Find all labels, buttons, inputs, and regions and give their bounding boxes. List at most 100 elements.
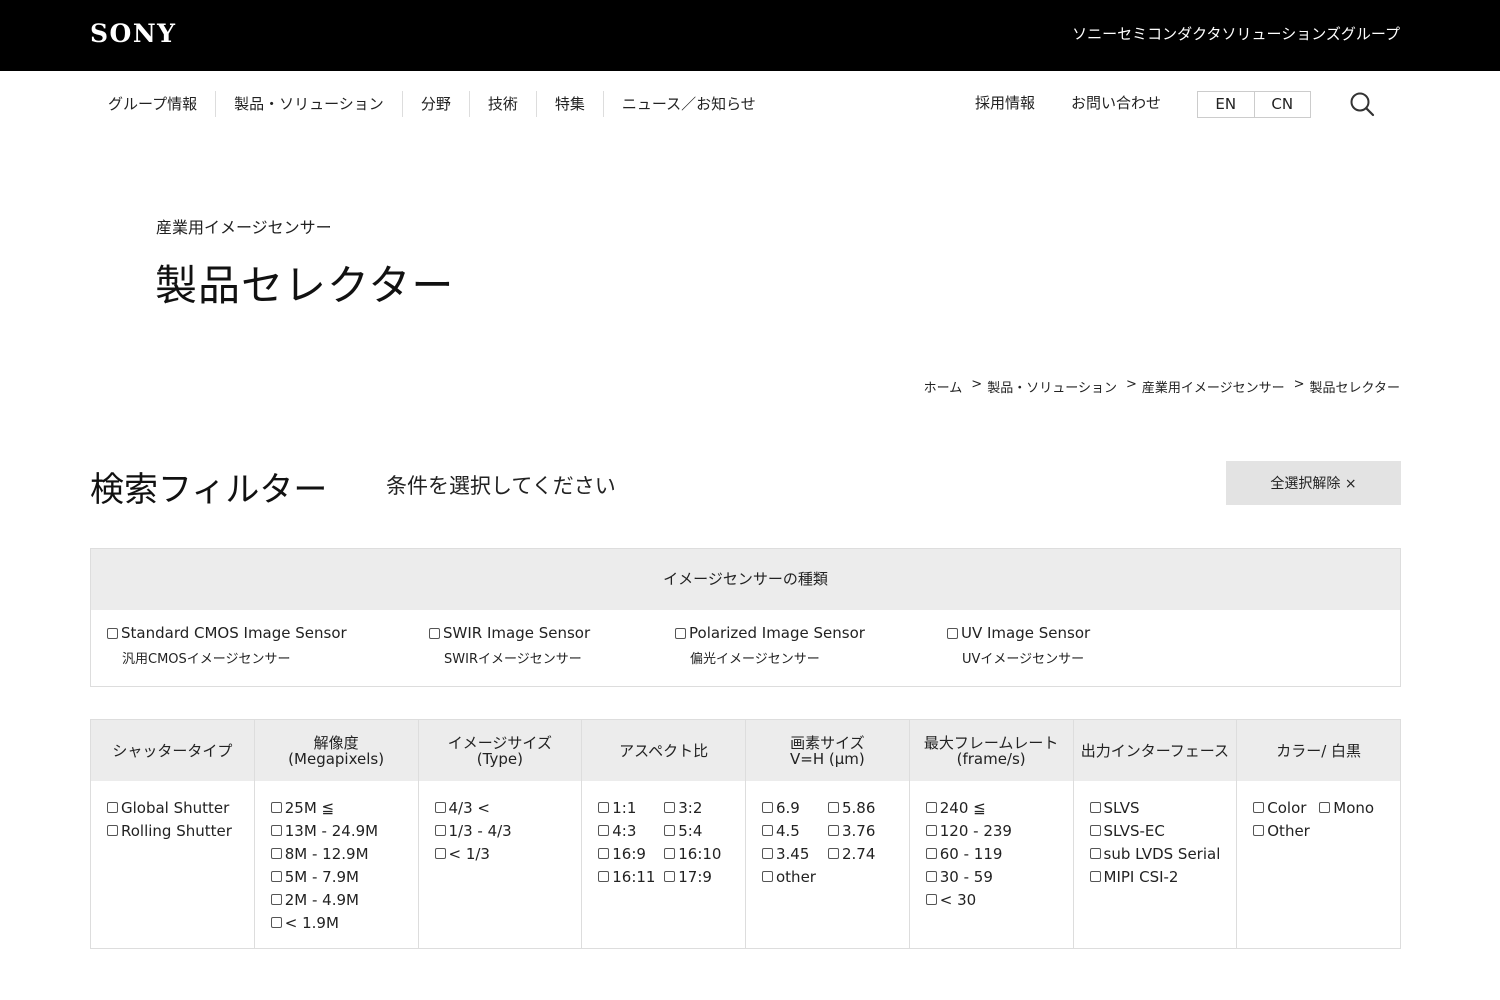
contact-link[interactable]: お問い合わせ <box>1071 92 1161 113</box>
filter-option[interactable]: 30 - 59 <box>925 865 1073 888</box>
filter-option[interactable]: 4:3 <box>598 819 664 842</box>
filter-checkbox[interactable] <box>270 802 282 813</box>
filter-checkbox[interactable] <box>1253 802 1265 813</box>
filter-checkbox[interactable] <box>107 825 118 836</box>
filter-option[interactable]: SLVS-EC <box>1089 819 1237 842</box>
filter-checkbox[interactable] <box>270 917 282 928</box>
filter-checkbox[interactable] <box>270 848 282 859</box>
filter-checkbox[interactable] <box>270 894 282 905</box>
filter-checkbox[interactable] <box>828 825 839 836</box>
filter-option[interactable]: 5:4 <box>664 819 730 842</box>
filter-option[interactable]: 13M - 24.9M <box>270 819 418 842</box>
recruit-link[interactable]: 採用情報 <box>975 92 1035 113</box>
filter-option[interactable]: 60 - 119 <box>925 842 1073 865</box>
filter-option[interactable]: 8M - 12.9M <box>270 842 418 865</box>
filter-checkbox[interactable] <box>828 802 839 813</box>
filter-option[interactable]: 4/3 < <box>434 796 582 819</box>
filter-option[interactable]: < 1/3 <box>434 842 582 865</box>
group-name-link[interactable]: ソニーセミコンダクタソリューションズグループ <box>1072 23 1400 44</box>
nav-item-fields[interactable]: 分野 <box>401 91 469 117</box>
filter-option[interactable]: 3.76 <box>828 819 894 842</box>
sensor-type-label[interactable]: Polarized Image Sensor <box>689 624 865 642</box>
filter-checkbox[interactable] <box>598 802 610 813</box>
sensor-type-checkbox[interactable] <box>675 627 686 639</box>
breadcrumb-home[interactable]: ホーム <box>924 377 963 396</box>
filter-checkbox[interactable] <box>598 825 610 836</box>
filter-option[interactable]: 16:11 <box>598 865 664 888</box>
filter-option[interactable]: Rolling Shutter <box>107 819 254 842</box>
filter-option[interactable]: 16:10 <box>664 842 730 865</box>
filter-checkbox[interactable] <box>762 802 773 813</box>
sensor-type-checkbox[interactable] <box>107 627 118 639</box>
filter-checkbox[interactable] <box>598 871 610 882</box>
filter-checkbox[interactable] <box>762 848 773 859</box>
filter-option[interactable]: 240 ≦ <box>925 796 1073 819</box>
lang-en-button[interactable]: EN <box>1198 92 1254 117</box>
filter-option[interactable]: MIPI CSI-2 <box>1089 865 1237 888</box>
filter-checkbox[interactable] <box>925 894 937 905</box>
filter-option[interactable]: 5M - 7.9M <box>270 865 418 888</box>
filter-checkbox[interactable] <box>270 825 282 836</box>
sony-logo[interactable]: SONY <box>90 19 177 48</box>
filter-option[interactable]: 120 - 239 <box>925 819 1073 842</box>
filter-option[interactable]: 1/3 - 4/3 <box>434 819 582 842</box>
filter-option[interactable]: other <box>762 865 828 888</box>
nav-item-news[interactable]: ニュース／お知らせ <box>602 91 774 117</box>
search-icon[interactable] <box>1348 90 1376 118</box>
filter-checkbox[interactable] <box>664 848 676 859</box>
filter-option[interactable]: sub LVDS Serial <box>1089 842 1237 865</box>
filter-option[interactable]: Global Shutter <box>107 796 254 819</box>
filter-checkbox[interactable] <box>1089 871 1101 882</box>
filter-option[interactable]: 2M - 4.9M <box>270 888 418 911</box>
filter-checkbox[interactable] <box>1253 825 1265 836</box>
filter-checkbox[interactable] <box>1319 802 1331 813</box>
filter-option[interactable]: 25M ≦ <box>270 796 418 819</box>
filter-checkbox[interactable] <box>1089 848 1101 859</box>
filter-option[interactable]: 4.5 <box>762 819 828 842</box>
sensor-type-label[interactable]: Standard CMOS Image Sensor <box>121 624 347 642</box>
filter-checkbox[interactable] <box>434 825 446 836</box>
filter-checkbox[interactable] <box>762 871 773 882</box>
filter-option[interactable]: < 1.9M <box>270 911 418 934</box>
clear-all-button[interactable]: 全選択解除 × <box>1226 461 1401 505</box>
filter-checkbox[interactable] <box>664 802 676 813</box>
filter-option[interactable]: 3:2 <box>664 796 730 819</box>
filter-checkbox[interactable] <box>664 871 676 882</box>
sensor-type-checkbox[interactable] <box>429 627 440 639</box>
filter-checkbox[interactable] <box>598 848 610 859</box>
filter-option[interactable]: Other <box>1253 819 1319 842</box>
filter-option[interactable]: Color <box>1253 796 1319 819</box>
filter-checkbox[interactable] <box>828 848 839 859</box>
breadcrumb-products[interactable]: 製品・ソリューション <box>987 377 1117 396</box>
breadcrumb-industrial-sensors[interactable]: 産業用イメージセンサー <box>1142 377 1285 396</box>
filter-checkbox[interactable] <box>925 802 937 813</box>
filter-checkbox[interactable] <box>107 802 118 813</box>
filter-option[interactable]: Mono <box>1319 796 1385 819</box>
filter-option[interactable]: SLVS <box>1089 796 1237 819</box>
filter-option[interactable]: < 30 <box>925 888 1073 911</box>
filter-option[interactable]: 17:9 <box>664 865 730 888</box>
sensor-type-label[interactable]: UV Image Sensor <box>961 624 1090 642</box>
filter-checkbox[interactable] <box>1089 802 1101 813</box>
sensor-type-label[interactable]: SWIR Image Sensor <box>443 624 590 642</box>
filter-option[interactable]: 5.86 <box>828 796 894 819</box>
filter-checkbox[interactable] <box>762 825 773 836</box>
filter-option[interactable]: 16:9 <box>598 842 664 865</box>
filter-checkbox[interactable] <box>925 825 937 836</box>
nav-item-group-info[interactable]: グループ情報 <box>90 91 215 117</box>
filter-checkbox[interactable] <box>1089 825 1101 836</box>
filter-option[interactable]: 6.9 <box>762 796 828 819</box>
filter-checkbox[interactable] <box>925 871 937 882</box>
nav-item-features[interactable]: 特集 <box>535 91 603 117</box>
nav-item-technology[interactable]: 技術 <box>468 91 536 117</box>
filter-checkbox[interactable] <box>270 871 282 882</box>
nav-item-products[interactable]: 製品・ソリューション <box>215 91 402 117</box>
sensor-type-checkbox[interactable] <box>947 627 958 639</box>
filter-checkbox[interactable] <box>664 825 676 836</box>
filter-option[interactable]: 3.45 <box>762 842 828 865</box>
filter-option[interactable]: 1:1 <box>598 796 664 819</box>
filter-checkbox[interactable] <box>434 848 446 859</box>
filter-checkbox[interactable] <box>434 802 446 813</box>
filter-option[interactable]: 2.74 <box>828 842 894 865</box>
filter-checkbox[interactable] <box>925 848 937 859</box>
